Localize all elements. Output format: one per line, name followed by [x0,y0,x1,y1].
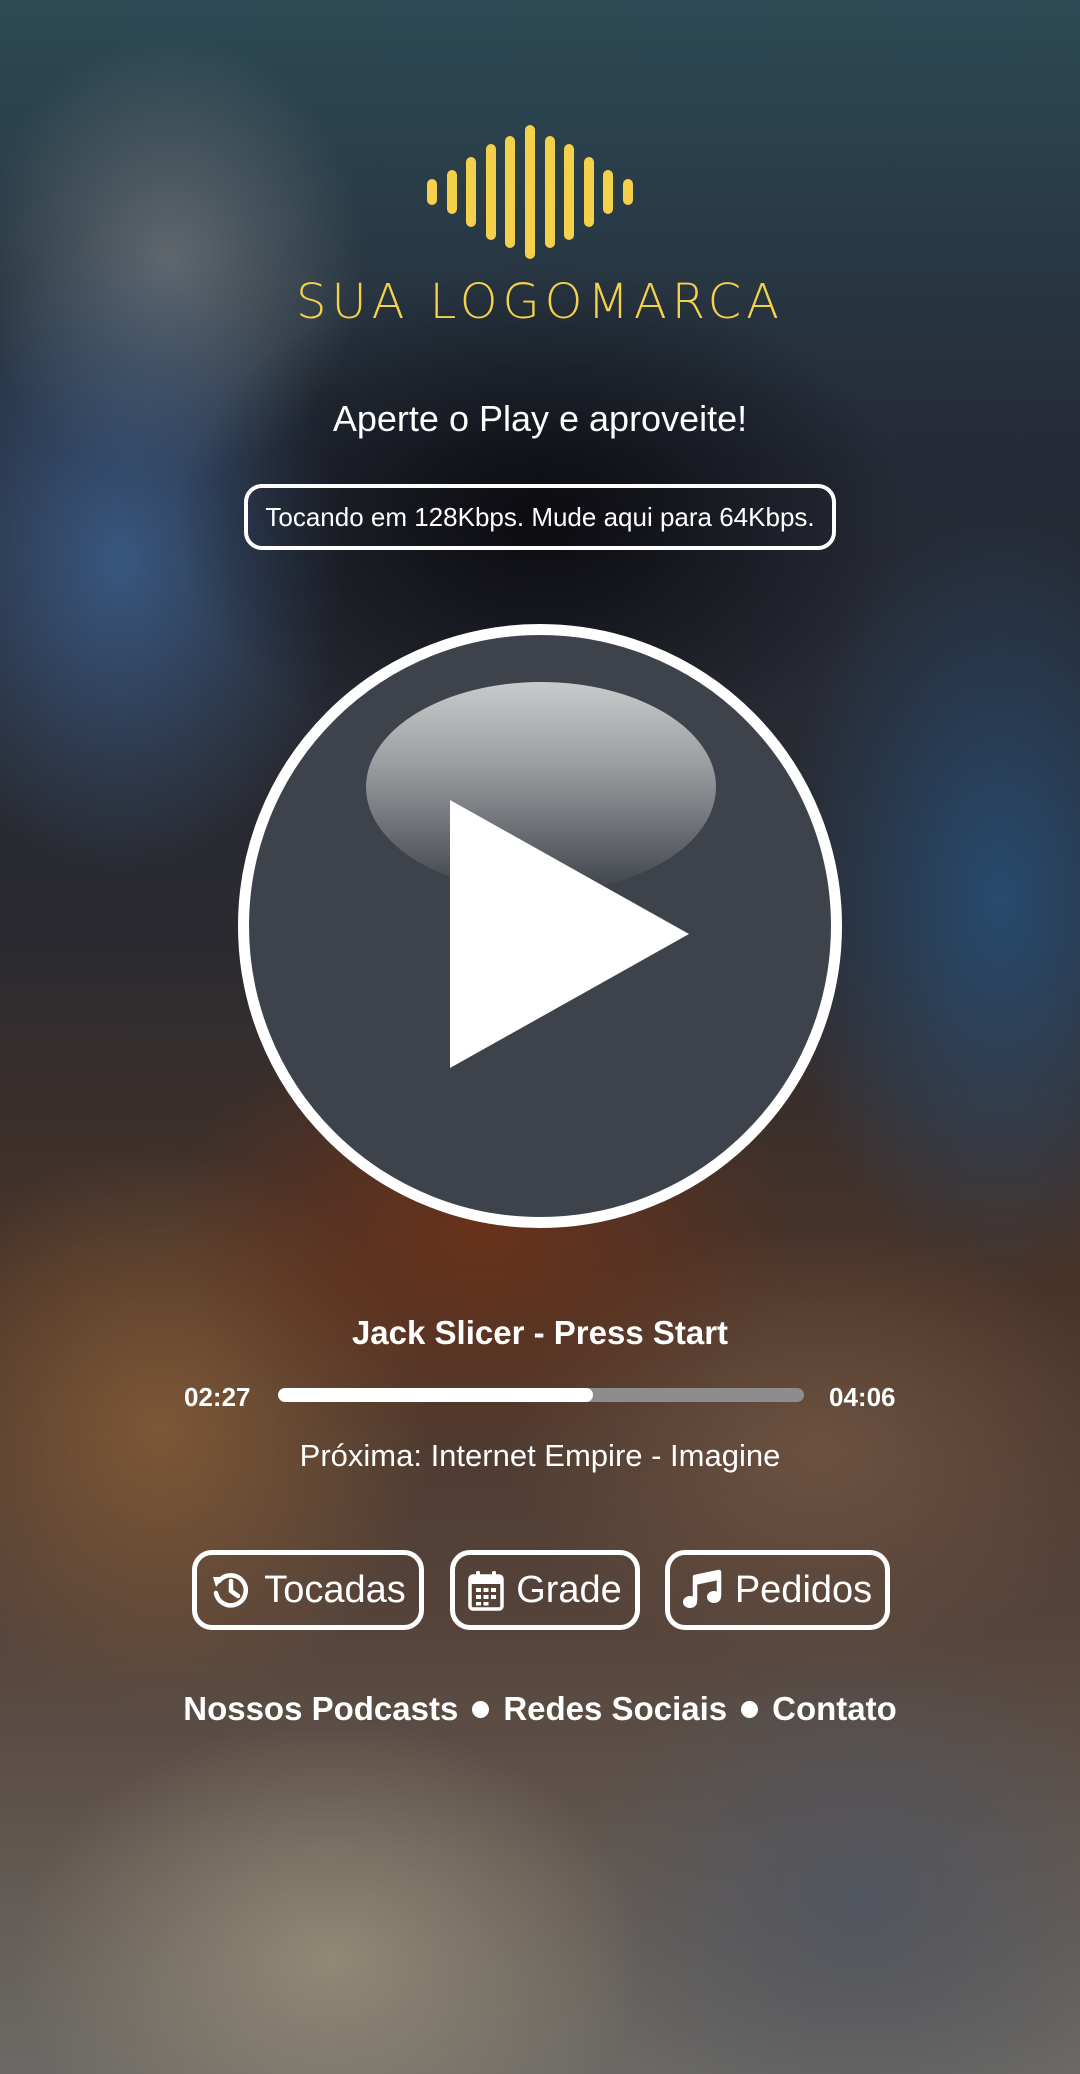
schedule-button[interactable]: Grade [450,1550,640,1630]
logo-wave-bar [525,125,535,259]
played-songs-button[interactable]: Tocadas [192,1550,424,1630]
separator-dot [472,1700,490,1718]
logo-text: SUA LOGOMARCA [295,274,785,330]
bitrate-toggle-button[interactable]: Tocando em 128Kbps. Mude aqui para 64Kbp… [244,484,836,550]
podcasts-link[interactable]: Nossos Podcasts [183,1690,458,1728]
logo-wave-bar [446,170,457,214]
separator-dot [741,1700,759,1718]
logo-wave-bar [485,144,496,240]
footer-links: Nossos Podcasts Redes Sociais Contato [0,1690,1080,1728]
next-track-label: Próxima: Internet Empire - Imagine [299,1438,781,1473]
player-page: SUA LOGOMARCA Aperte o Play e aproveite!… [0,0,1080,2074]
played-songs-label: Tocadas [264,1568,406,1611]
schedule-label: Grade [516,1568,622,1611]
play-icon [450,800,689,1068]
logo-wave-bar [544,136,555,248]
logo-wave-bar [583,157,594,227]
history-icon [213,1573,249,1608]
logo-wave-bar [505,136,516,248]
contact-link[interactable]: Contato [772,1690,897,1728]
current-time: 02:27 [184,1382,251,1412]
logo-wave-bar [603,170,614,214]
social-networks-link[interactable]: Redes Sociais [503,1690,727,1728]
logo-waveform-icon [427,124,653,260]
music-note-icon [682,1569,722,1608]
progress-bar[interactable] [278,1388,804,1402]
requests-button[interactable]: Pedidos [665,1550,890,1630]
progress-fill [278,1388,593,1402]
logo-wave-bar [564,144,575,240]
logo-wave-bar [623,179,633,205]
logo-wave-bar [427,179,437,205]
requests-label: Pedidos [734,1568,873,1611]
now-playing-title: Jack Slicer - Press Start [351,1314,729,1351]
tagline: Aperte o Play e aproveite! [332,398,748,439]
logo-wave-bar [466,157,477,227]
play-button[interactable] [238,624,842,1228]
total-time: 04:06 [829,1382,896,1412]
calendar-icon [468,1571,504,1611]
